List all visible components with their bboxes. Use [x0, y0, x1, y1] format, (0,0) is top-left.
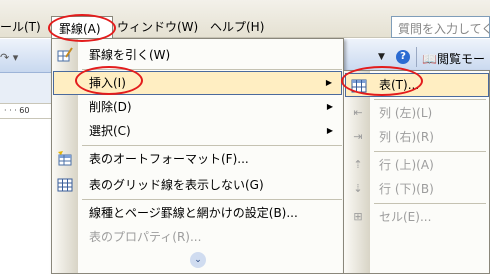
- table-autoformat-icon: [57, 151, 73, 167]
- menu-item-label: 選択(C): [89, 124, 131, 138]
- submenu-item-table[interactable]: 表(T)...: [345, 73, 489, 97]
- menu-item-label: 削除(D): [89, 100, 132, 114]
- menu-item-select[interactable]: 選択(C) ▶: [53, 119, 342, 143]
- menu-item-insert[interactable]: 挿入(I) ▶: [53, 71, 342, 95]
- submenu-item-label: 表(T)...: [379, 78, 420, 92]
- menu-item-autoformat[interactable]: 表のオートフォーマット(F)...: [53, 147, 342, 171]
- menu-table-lines[interactable]: 罫線(A): [51, 16, 113, 38]
- menu-bar: ール(T) 罫線(A) ウィンドウ(W) ヘルプ(H) 質問を入力してく: [0, 0, 490, 38]
- submenu-item-label: 行 (上)(A): [379, 158, 434, 172]
- menu-item-label: 表のプロパティ(R)...: [89, 230, 202, 244]
- menu-item-table-properties[interactable]: 表のプロパティ(R)...: [53, 225, 342, 249]
- submenu-item-label: 列 (右)(R): [379, 130, 434, 144]
- toolbar-left-area: [0, 73, 52, 103]
- menu-separator: [82, 199, 342, 200]
- menu-help[interactable]: ヘルプ(H): [210, 20, 264, 34]
- dropdown-arrow-icon[interactable]: ▼: [378, 52, 385, 62]
- menu-window[interactable]: ウィンドウ(W): [117, 20, 198, 34]
- submenu-separator: [374, 99, 486, 100]
- insert-row-above-icon: ⇡: [353, 158, 363, 171]
- table-grid-icon: [57, 177, 73, 193]
- menu-item-draw-table[interactable]: 罫線を引く(W): [53, 43, 342, 67]
- reading-mode-label: 閲覧モー: [436, 52, 485, 66]
- redo-dropdown-icon[interactable]: ↷ ▾: [0, 51, 18, 64]
- insert-cells-icon: ⊞: [353, 210, 363, 223]
- submenu-arrow-icon: ▶: [325, 78, 332, 87]
- draw-table-pencil-icon: [57, 47, 73, 63]
- table-icon: [351, 78, 367, 94]
- help-question-input[interactable]: 質問を入力してく: [391, 16, 490, 38]
- menu-tools[interactable]: ール(T): [0, 20, 41, 34]
- insert-submenu: 表(T)... ⇤ 列 (左)(L) ⇥ 列 (右)(R) ⇡ 行 (上)(A)…: [343, 70, 490, 274]
- horizontal-ruler: · · · 60: [0, 103, 52, 119]
- submenu-item-label: セル(E)...: [379, 210, 432, 224]
- menu-item-label: 表のグリッド線を表示しない(G): [89, 178, 264, 192]
- insert-column-right-icon: ⇥: [353, 130, 363, 143]
- submenu-separator: [374, 151, 486, 152]
- table-lines-menu: 罫線を引く(W) 挿入(I) ▶ 削除(D) ▶ 選択(C) ▶ 表のオートフォ…: [51, 38, 344, 274]
- insert-column-left-icon: ⇤: [353, 106, 363, 119]
- menu-item-label: 表のオートフォーマット(F)...: [89, 152, 249, 166]
- submenu-arrow-icon: ▶: [326, 126, 333, 135]
- reading-mode-button[interactable]: 📖閲覧モー: [422, 50, 485, 67]
- book-icon: 📖: [422, 52, 437, 66]
- submenu-item-label: 列 (左)(L): [379, 106, 433, 120]
- menu-separator: [82, 69, 342, 70]
- menu-item-hide-gridlines[interactable]: 表のグリッド線を表示しない(G): [53, 173, 342, 197]
- menu-item-label: 線種とページ罫線と網かけの設定(B)...: [89, 206, 298, 220]
- submenu-item-row-below[interactable]: ⇣ 行 (下)(B): [345, 177, 489, 201]
- submenu-arrow-icon: ▶: [326, 102, 333, 111]
- submenu-separator: [374, 203, 486, 204]
- insert-row-below-icon: ⇣: [353, 182, 363, 195]
- submenu-item-row-above[interactable]: ⇡ 行 (上)(A): [345, 153, 489, 177]
- submenu-item-label: 行 (下)(B): [379, 182, 434, 196]
- menu-item-borders-shading[interactable]: 線種とページ罫線と網かけの設定(B)...: [53, 201, 342, 225]
- toolbar-separator: [416, 47, 417, 67]
- menu-item-label: 挿入(I): [89, 76, 126, 90]
- submenu-item-column-right[interactable]: ⇥ 列 (右)(R): [345, 125, 489, 149]
- help-icon[interactable]: ?: [396, 50, 410, 64]
- menu-item-delete[interactable]: 削除(D) ▶: [53, 95, 342, 119]
- menu-item-label: 罫線を引く(W): [89, 48, 171, 62]
- menu-separator: [82, 145, 342, 146]
- expand-menu-chevron-icon[interactable]: ⌄: [190, 252, 206, 268]
- submenu-item-column-left[interactable]: ⇤ 列 (左)(L): [345, 101, 489, 125]
- submenu-item-cells[interactable]: ⊞ セル(E)...: [345, 205, 489, 229]
